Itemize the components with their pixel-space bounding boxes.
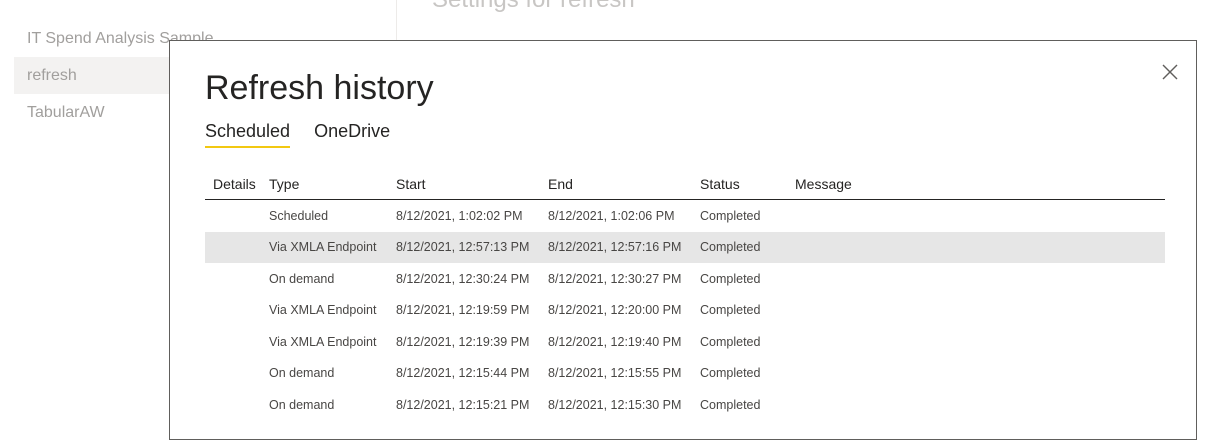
start-cell: 8/12/2021, 12:15:21 PM bbox=[396, 397, 530, 412]
status-cell: Completed bbox=[700, 334, 761, 349]
panel-divider bbox=[396, 0, 397, 40]
start-cell: 8/12/2021, 12:30:24 PM bbox=[396, 271, 530, 286]
table-row[interactable]: On demand 8/12/2021, 12:15:44 PM 8/12/20… bbox=[205, 358, 1165, 390]
start-cell: 8/12/2021, 12:19:39 PM bbox=[396, 334, 530, 349]
end-cell: 8/12/2021, 12:15:30 PM bbox=[548, 397, 682, 412]
column-header-end: End bbox=[548, 176, 573, 192]
table-header: Details Type Start End Status Message bbox=[205, 169, 1165, 200]
column-header-start: Start bbox=[396, 176, 426, 192]
status-cell: Completed bbox=[700, 208, 761, 223]
tab-onedrive[interactable]: OneDrive bbox=[314, 121, 390, 148]
close-icon bbox=[1162, 64, 1178, 80]
column-header-status: Status bbox=[700, 176, 740, 192]
start-cell: 8/12/2021, 12:57:13 PM bbox=[396, 240, 530, 255]
table-row[interactable]: Via XMLA Endpoint 8/12/2021, 12:19:59 PM… bbox=[205, 295, 1165, 327]
status-cell: Completed bbox=[700, 271, 761, 286]
start-cell: 8/12/2021, 1:02:02 PM bbox=[396, 208, 523, 223]
end-cell: 8/12/2021, 12:19:40 PM bbox=[548, 334, 682, 349]
table-row[interactable]: On demand 8/12/2021, 12:15:21 PM 8/12/20… bbox=[205, 389, 1165, 421]
table-row[interactable]: Via XMLA Endpoint 8/12/2021, 12:19:39 PM… bbox=[205, 326, 1165, 358]
end-cell: 8/12/2021, 12:15:55 PM bbox=[548, 366, 682, 381]
settings-page-title: Settings for refresh bbox=[432, 0, 635, 14]
type-cell: Scheduled bbox=[269, 208, 329, 223]
type-cell: On demand bbox=[269, 271, 335, 286]
tab-scheduled[interactable]: Scheduled bbox=[205, 121, 291, 148]
end-cell: 8/12/2021, 12:30:27 PM bbox=[548, 271, 682, 286]
end-cell: 8/12/2021, 1:02:06 PM bbox=[548, 208, 675, 223]
start-cell: 8/12/2021, 12:19:59 PM bbox=[396, 303, 530, 318]
table-row[interactable]: Via XMLA Endpoint 8/12/2021, 12:57:13 PM… bbox=[205, 231, 1165, 263]
table-row[interactable]: Scheduled 8/12/2021, 1:02:02 PM 8/12/202… bbox=[205, 200, 1165, 232]
type-cell: On demand bbox=[269, 397, 335, 412]
column-header-details: Details bbox=[213, 176, 256, 192]
status-cell: Completed bbox=[700, 366, 761, 381]
type-cell: Via XMLA Endpoint bbox=[269, 334, 377, 349]
end-cell: 8/12/2021, 12:57:16 PM bbox=[548, 240, 682, 255]
column-header-message: Message bbox=[795, 176, 852, 192]
dialog-title: Refresh history bbox=[205, 69, 434, 107]
status-cell: Completed bbox=[700, 240, 761, 255]
status-cell: Completed bbox=[700, 303, 761, 318]
type-cell: On demand bbox=[269, 366, 335, 381]
start-cell: 8/12/2021, 12:15:44 PM bbox=[396, 366, 530, 381]
refresh-tabs: Scheduled OneDrive bbox=[205, 121, 390, 148]
refresh-history-dialog: Refresh history Scheduled OneDrive Detai… bbox=[169, 40, 1197, 440]
end-cell: 8/12/2021, 12:20:00 PM bbox=[548, 303, 682, 318]
type-cell: Via XMLA Endpoint bbox=[269, 303, 377, 318]
status-cell: Completed bbox=[700, 397, 761, 412]
column-header-type: Type bbox=[269, 176, 300, 192]
close-button[interactable] bbox=[1161, 63, 1179, 81]
refresh-history-table: Details Type Start End Status Message Sc… bbox=[205, 169, 1165, 421]
table-row[interactable]: On demand 8/12/2021, 12:30:24 PM 8/12/20… bbox=[205, 263, 1165, 295]
type-cell: Via XMLA Endpoint bbox=[269, 240, 377, 255]
